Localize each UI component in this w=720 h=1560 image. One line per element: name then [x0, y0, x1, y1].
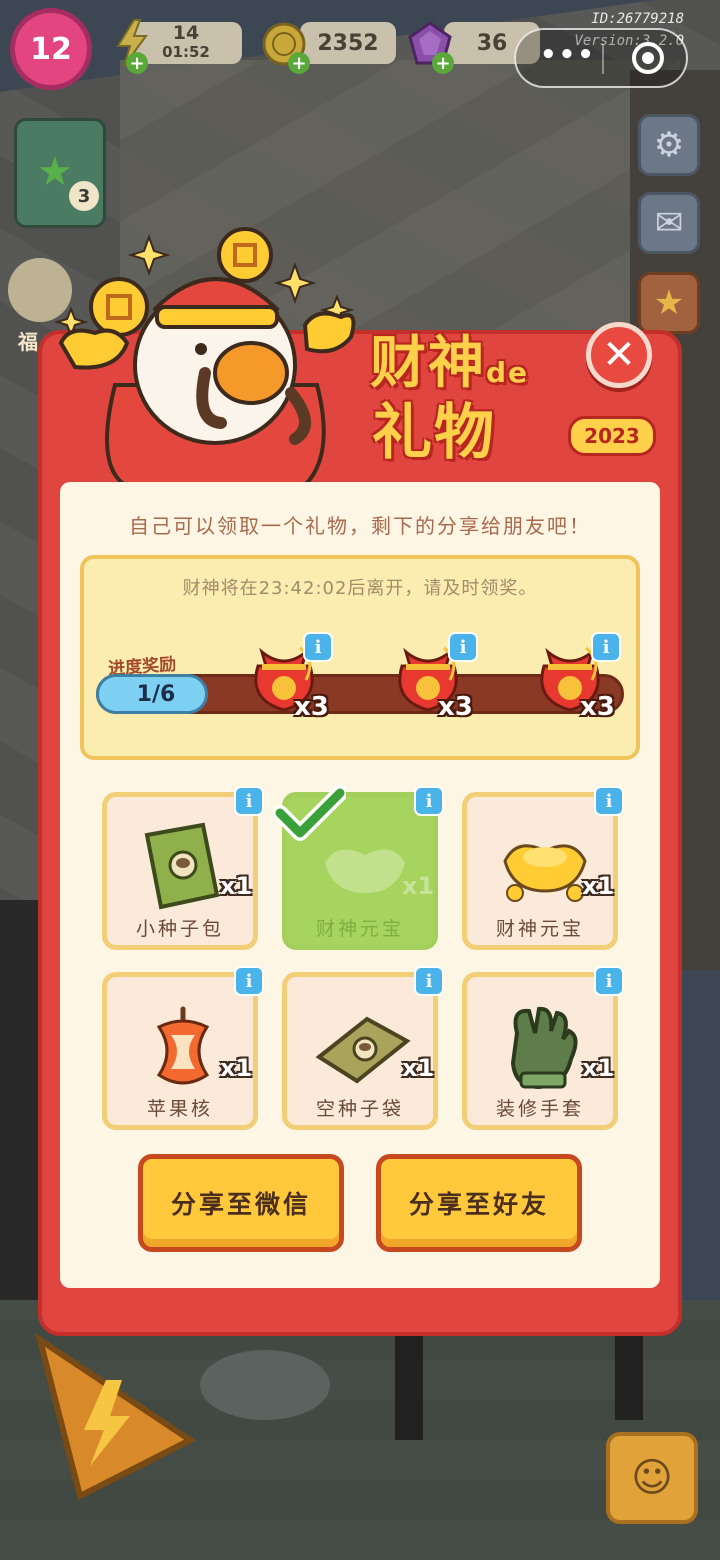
star-medal-icon: ★	[653, 283, 685, 323]
checkmark-icon	[274, 785, 346, 841]
add-energy-icon[interactable]: +	[126, 52, 148, 74]
add-gem-icon[interactable]: +	[432, 52, 454, 74]
gift-count: x1	[220, 872, 253, 900]
gift-count: x1	[402, 872, 435, 900]
player-level: 12	[30, 31, 72, 67]
achievement-button[interactable]: ★	[638, 272, 700, 334]
timer-text: 财神将在23:42:02后离开，请及时领奖。	[182, 578, 538, 599]
gift-label: 小种子包	[135, 918, 224, 940]
gift-label: 苹果核	[146, 1098, 213, 1120]
share-friend-button[interactable]: 分享至好友	[376, 1154, 582, 1252]
gift-info-icon[interactable]: i	[234, 966, 264, 996]
close-icon: ✕	[602, 332, 636, 378]
gift-info-icon[interactable]: i	[594, 786, 624, 816]
add-coin-icon[interactable]: +	[288, 52, 310, 74]
gift-info-icon[interactable]: i	[414, 966, 444, 996]
mail-button[interactable]: ✉	[638, 192, 700, 254]
gift-info-icon[interactable]: i	[414, 786, 444, 816]
gift-label: 装修手套	[495, 1098, 584, 1120]
chat-icon: ☺	[631, 1455, 673, 1501]
star-icon: ★	[37, 149, 73, 195]
close-button[interactable]: ✕	[586, 322, 652, 388]
energy-value: 14	[172, 22, 200, 44]
gold-ingot-icon	[325, 849, 405, 893]
settings-button[interactable]: ⚙	[638, 114, 700, 176]
gift-count: x1	[582, 872, 615, 900]
task-board-button[interactable]: ★ 3	[14, 118, 106, 228]
empty-seed-bag-icon	[315, 1016, 411, 1084]
gift-label: 空种子袋	[315, 1098, 404, 1120]
more-dots-icon[interactable]: •••	[540, 40, 596, 70]
chat-button[interactable]: ☺	[606, 1432, 698, 1524]
task-badge: 3	[69, 181, 99, 211]
apple-core-icon	[156, 1006, 210, 1085]
mail-icon: ✉	[654, 203, 684, 243]
progress-value: 1/6	[136, 682, 176, 707]
reward-info-1-icon[interactable]: i	[303, 632, 333, 662]
reward-info-2-icon[interactable]: i	[448, 632, 478, 662]
intro-text: 自己可以领取一个礼物，剩下的分享给朋友吧！	[129, 514, 591, 538]
gift-label: 财神元宝	[495, 918, 584, 940]
share-wechat-button[interactable]: 分享至微信	[138, 1154, 344, 1252]
player-id: ID:26779218	[591, 11, 684, 27]
gem-value: 36	[476, 30, 508, 56]
reward-count-2: x3	[438, 692, 473, 722]
god-of-wealth-mascot-icon	[55, 227, 356, 485]
reward-count-1: x3	[294, 692, 329, 722]
seed-pack-icon	[144, 822, 220, 910]
gift-label: 财神元宝	[315, 918, 404, 940]
energy-timer: 01:52	[162, 43, 210, 61]
share-friend-label: 分享至好友	[408, 1190, 549, 1219]
energy-boost-icon[interactable]	[20, 1330, 200, 1500]
gift-count: x1	[582, 1054, 615, 1082]
dialog-title-line2: 礼物	[372, 398, 496, 468]
share-wechat-label: 分享至微信	[170, 1190, 311, 1219]
gift-count: x1	[220, 1054, 253, 1082]
target-icon[interactable]	[632, 42, 664, 74]
gift-info-icon[interactable]: i	[234, 786, 264, 816]
gift-count: x1	[402, 1054, 435, 1082]
event-label: 福	[18, 330, 38, 354]
reward-info-3-icon[interactable]: i	[591, 632, 621, 662]
coin-value: 2352	[317, 30, 379, 56]
reward-count-3: x3	[580, 692, 615, 722]
work-gloves-icon	[510, 1006, 578, 1090]
gear-icon: ⚙	[653, 125, 685, 165]
gold-ingot-icon	[503, 844, 587, 902]
year-badge: 2023	[568, 416, 656, 456]
mini-program-capsule: •••	[514, 28, 688, 88]
gift-info-icon[interactable]: i	[594, 966, 624, 996]
coin-counter[interactable]: 2352	[300, 22, 396, 64]
player-level-badge[interactable]: 12	[10, 8, 92, 90]
